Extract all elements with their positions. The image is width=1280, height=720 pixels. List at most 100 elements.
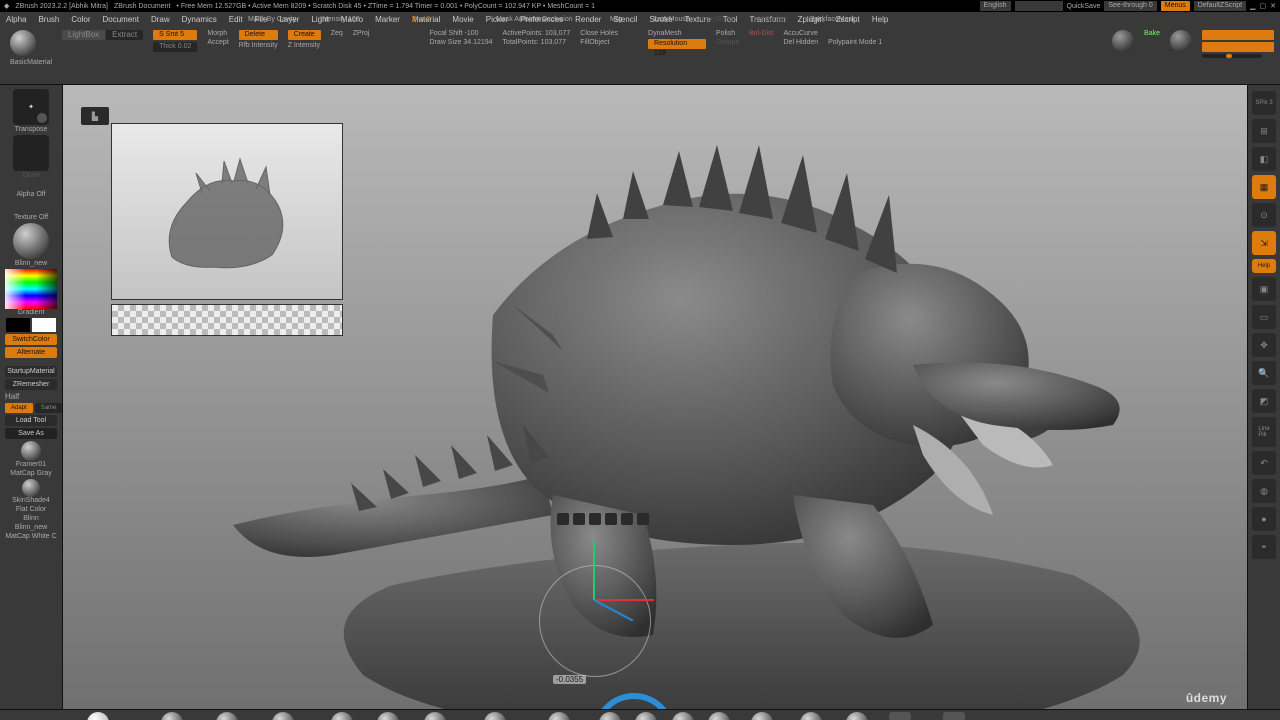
alternate-button[interactable]: Alternate xyxy=(5,347,57,358)
brush-thumb[interactable] xyxy=(846,712,868,720)
color-swatches[interactable] xyxy=(6,318,56,332)
saveas-button[interactable]: Save As xyxy=(5,428,57,439)
zproj-label[interactable]: ZProj xyxy=(353,30,370,37)
menu-item[interactable]: Alpha xyxy=(4,15,28,24)
spix-button[interactable]: SPix 3 xyxy=(1252,91,1276,115)
brush-thumb[interactable] xyxy=(161,712,183,720)
menu-item[interactable]: Help xyxy=(870,15,890,24)
brush-thumb[interactable] xyxy=(635,712,657,720)
brush-thumb[interactable] xyxy=(672,712,694,720)
accept-label[interactable]: Accept xyxy=(207,39,228,46)
menus-button[interactable]: Menus xyxy=(1161,1,1190,11)
alpha-off-button[interactable]: Alpha Off xyxy=(16,191,45,198)
menu-item[interactable]: Movie xyxy=(450,15,475,24)
brush-thumb[interactable] xyxy=(424,712,446,720)
active-material-sphere[interactable] xyxy=(10,30,36,56)
zoom-button[interactable]: 🔍 xyxy=(1252,361,1276,385)
viewport[interactable]: ▙ xyxy=(63,85,1247,709)
render-option-b[interactable] xyxy=(1202,42,1274,52)
intensity-field[interactable]: Intensity 100 xyxy=(320,16,360,23)
drawsize-field[interactable]: Draw Size 34.12194 xyxy=(430,39,493,46)
half-button[interactable]: Half xyxy=(5,392,19,401)
brush-thumb[interactable] xyxy=(216,712,238,720)
fillobject-button[interactable]: FillObject xyxy=(580,39,618,46)
material-sphere[interactable] xyxy=(13,223,49,259)
quicksave-button[interactable]: QuickSave xyxy=(1067,3,1101,10)
maskcavity-button[interactable]: Mask By Cavity xyxy=(248,16,296,23)
boldist-toggle[interactable]: Bol-Dist xyxy=(749,30,774,37)
startupmaterial-button[interactable]: StartupMaterial xyxy=(5,366,57,377)
bake-button[interactable]: Bake xyxy=(1144,30,1160,37)
ssmt-field[interactable]: S Smt 5 xyxy=(153,30,197,40)
texture-off-button[interactable]: Texture Off xyxy=(14,214,48,221)
linepik-button[interactable]: LinePik xyxy=(1252,417,1276,447)
window-max-icon[interactable]: ▢ xyxy=(1260,2,1267,10)
move-button[interactable]: ✥ xyxy=(1252,333,1276,357)
help-pin[interactable]: Help xyxy=(1252,259,1276,273)
aahalf-button[interactable]: ◧ xyxy=(1252,147,1276,171)
window-close-icon[interactable]: ✕ xyxy=(1270,2,1276,10)
lazymouse-toggle[interactable]: LazyMouse xyxy=(654,16,690,23)
actual-button[interactable]: ⊞ xyxy=(1252,119,1276,143)
lazysnap-toggle[interactable]: LazySnap xyxy=(702,16,733,23)
resolution-field[interactable]: Resolution 128 xyxy=(648,39,706,49)
extract-button[interactable]: Extract xyxy=(106,30,143,40)
matcap-sphere[interactable] xyxy=(21,441,41,461)
brush-thumb[interactable] xyxy=(800,712,822,720)
reference-panel[interactable] xyxy=(111,123,341,336)
brush-thumb[interactable] xyxy=(599,712,621,720)
subtool-thumb[interactable]: ▙ xyxy=(81,107,109,125)
matcapwhite-label[interactable]: MatCap White C xyxy=(5,533,56,540)
zeq-label[interactable]: Zeq xyxy=(331,30,343,37)
mao-button[interactable]: Mask Ambient Occlusion xyxy=(496,16,573,23)
lazyradius-toggle[interactable]: LazyRadius xyxy=(750,16,787,23)
menu-item[interactable]: Dynamics xyxy=(180,15,219,24)
accucurve-toggle[interactable]: AccuCurve xyxy=(784,30,819,37)
menu-item[interactable]: Color xyxy=(69,15,92,24)
local-button[interactable]: ⊙ xyxy=(1252,203,1276,227)
window-min-icon[interactable]: ▁ xyxy=(1250,2,1255,10)
color-picker[interactable] xyxy=(5,269,57,309)
backface-toggle[interactable]: BackfaceMask xyxy=(810,16,856,23)
material-preview-sphere[interactable] xyxy=(1170,30,1192,52)
snapshot-button[interactable]: ◩ xyxy=(1252,389,1276,413)
persp-button[interactable]: ▭ xyxy=(1252,305,1276,329)
blur-field[interactable]: Blur 2 xyxy=(412,16,430,23)
delhidden-button[interactable]: Del Hidden xyxy=(784,39,819,46)
mrg-button[interactable]: Mrg xyxy=(610,16,622,23)
reference-image-1[interactable] xyxy=(111,123,343,300)
render-option-a[interactable] xyxy=(1202,30,1274,40)
menu-item[interactable]: Draw xyxy=(149,15,172,24)
polypaint-toggle[interactable]: Polypaint Mode 1 xyxy=(828,39,882,46)
brush-thumb[interactable] xyxy=(377,712,399,720)
blinn-new-label[interactable]: Blinn_new xyxy=(15,524,47,531)
same-button[interactable]: Same xyxy=(35,403,63,413)
menu-item[interactable]: Marker xyxy=(373,15,402,24)
brush-thumb[interactable] xyxy=(943,712,965,720)
frame-button[interactable]: ▣ xyxy=(1252,277,1276,301)
pf-button[interactable]: ● xyxy=(1252,507,1276,531)
help-search[interactable] xyxy=(1015,1,1063,11)
focalshift-field[interactable]: Focal Shift -100 xyxy=(430,30,493,37)
closeholes-button[interactable]: Close Holes xyxy=(580,30,618,37)
brush-thumb[interactable] xyxy=(548,712,570,720)
transp-button[interactable]: ◍ xyxy=(1252,479,1276,503)
solo-button[interactable]: ◓ xyxy=(1252,535,1276,559)
render-preview-sphere[interactable] xyxy=(1112,30,1134,52)
undo-button[interactable]: ↶ xyxy=(1252,451,1276,475)
seethrough-slider[interactable]: See-through 0 xyxy=(1104,1,1156,11)
brush-thumb[interactable] xyxy=(331,712,353,720)
brush-thumb[interactable] xyxy=(484,712,506,720)
switchcolor-button[interactable]: SwitchColor xyxy=(5,334,57,345)
defaultzscript-button[interactable]: DefaultZScript xyxy=(1194,1,1246,11)
create-button[interactable]: Create xyxy=(288,30,321,40)
transpose-gizmo-icon[interactable]: ✦ xyxy=(13,89,49,125)
draw-mode-icon[interactable] xyxy=(13,135,49,171)
matcapgray-label[interactable]: MatCap Gray xyxy=(10,470,52,477)
polish-toggle[interactable]: Polish xyxy=(716,30,739,37)
brush-thumb[interactable] xyxy=(889,712,911,720)
loadtool-button[interactable]: Load Tool xyxy=(5,415,57,426)
menu-item[interactable]: Edit xyxy=(227,15,245,24)
dynamesh-button[interactable]: DynaMesh xyxy=(648,30,706,37)
brush-thumb[interactable] xyxy=(272,712,294,720)
